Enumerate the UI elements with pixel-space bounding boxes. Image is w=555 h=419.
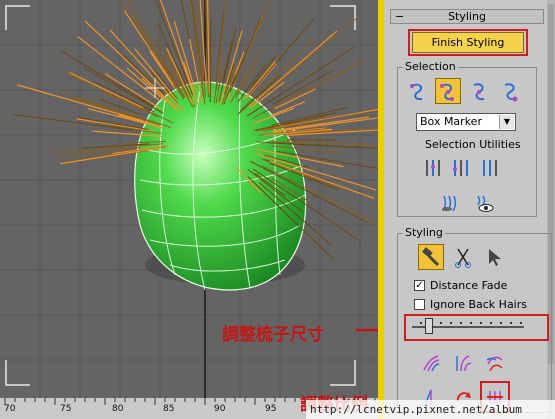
brush-size-slider-handle[interactable] (424, 318, 433, 334)
select-whole-guide-button[interactable] (435, 78, 461, 104)
hair-strand (272, 70, 333, 105)
slider-tick (520, 322, 522, 324)
hair-strand (248, 18, 315, 95)
select-hair-root-button[interactable] (497, 78, 523, 104)
ignore-back-hairs-option[interactable]: Ignore Back Hairs (414, 298, 527, 311)
show-hidden-button[interactable] (472, 190, 498, 216)
root-select-icon (504, 83, 518, 102)
hair-brush-button[interactable] (418, 244, 444, 270)
hair-strand (234, 0, 271, 82)
distance-fade-option[interactable]: ✓ Distance Fade (414, 279, 507, 292)
ruler-label: 95 (265, 404, 277, 414)
hair-strand (243, 60, 276, 100)
ignore-back-hairs-checkbox[interactable] (414, 299, 425, 310)
slider-tick (440, 322, 442, 324)
3d-viewport[interactable]: 70 75 80 85 90 95 (0, 0, 378, 419)
vertex-select-icon (473, 83, 485, 101)
rotate-selection-button[interactable] (448, 155, 474, 181)
expand-icon (483, 160, 497, 176)
hook-select-icon (410, 83, 423, 101)
annotation-brush-size: 調整梳子尺寸 (222, 325, 324, 345)
rotate-icon (453, 160, 468, 176)
chevron-down-icon: ▼ (499, 115, 514, 129)
hair-strand (12, 114, 135, 131)
translate-strands-icon (423, 355, 440, 372)
hair-strand (127, 0, 186, 98)
hair-strand (246, 46, 355, 117)
select-tool-button[interactable] (482, 244, 508, 270)
slider-tick (510, 322, 512, 324)
slider-tick (470, 322, 472, 324)
styling-rollout-header[interactable]: − Styling (390, 9, 544, 24)
expand-selection-button[interactable] (476, 155, 502, 181)
select-guide-vertices-button[interactable] (466, 78, 492, 104)
hair-strand (260, 15, 361, 98)
watermark-url: http://lcnetvip.pixnet.net/album (306, 400, 555, 419)
slider-tick (450, 322, 452, 324)
ruler-label: 70 (4, 404, 16, 414)
hair-strand (240, 39, 315, 111)
selection-group-label: Selection (403, 60, 458, 73)
invert-icon (426, 160, 440, 176)
hide-strands-icon (442, 195, 457, 212)
ignore-back-hairs-label: Ignore Back Hairs (430, 298, 527, 311)
dropdown-value: Box Marker (420, 115, 482, 128)
slider-tick (460, 322, 462, 324)
hair-strand (209, 18, 212, 103)
rollout-title: Styling (448, 10, 486, 23)
selection-utilities-label: Selection Utilities (425, 138, 521, 151)
ruler-label: 90 (214, 404, 226, 414)
distance-fade-checkbox[interactable]: ✓ (414, 280, 425, 291)
selection-mode-dropdown[interactable]: Box Marker ▼ (416, 113, 516, 131)
ruler-label: 75 (60, 404, 72, 414)
viewport-scene (0, 0, 378, 419)
finish-styling-button[interactable]: Finish Styling (412, 32, 524, 53)
styling-group-label: Styling (403, 226, 445, 239)
scissors-icon (455, 248, 471, 268)
hide-selected-button[interactable] (436, 190, 462, 216)
eye-icon (477, 195, 494, 212)
stand-strands-icon (456, 355, 472, 372)
slider-tick (500, 322, 502, 324)
comb-icon (422, 247, 440, 267)
stand-hairs-button[interactable] (450, 350, 476, 376)
slider-tick (420, 322, 422, 324)
invert-selection-button[interactable] (420, 155, 446, 181)
select-hair-by-ends-button[interactable] (405, 78, 431, 104)
slider-tick (490, 322, 492, 324)
puff-roots-button[interactable] (482, 350, 508, 376)
hair-cut-button[interactable] (450, 244, 476, 270)
puff-strands-icon (486, 356, 503, 372)
ruler-label: 80 (112, 404, 124, 414)
arrow-cursor-icon (489, 249, 501, 266)
distance-fade-label: Distance Fade (430, 279, 508, 292)
slider-tick (480, 322, 482, 324)
ruler-label: 85 (163, 404, 175, 414)
translate-hairs-button[interactable] (418, 350, 444, 376)
guide-select-icon (440, 83, 454, 101)
